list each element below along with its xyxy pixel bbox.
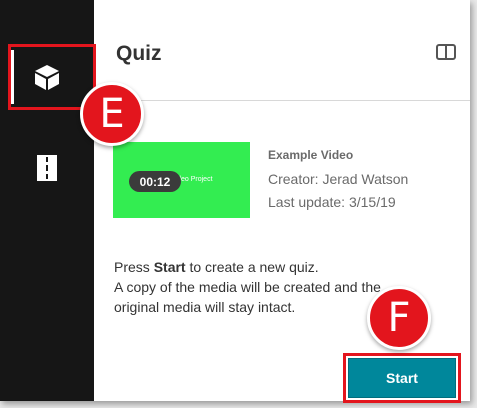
sidebar-toggle-icon[interactable] [436, 44, 456, 60]
media-meta: Example Video Creator: Jerad Watson Last… [268, 148, 408, 217]
instruction-line-2: A copy of the media will be created and … [114, 279, 381, 295]
book-icon [37, 155, 57, 181]
panel-header: Quiz [94, 0, 470, 101]
page-title: Quiz [116, 42, 162, 65]
media-last-update: Last update: 3/15/19 [268, 194, 396, 210]
media-title: Example Video [268, 148, 354, 162]
media-creator: Creator: Jerad Watson [268, 171, 409, 187]
video-thumbnail: Video Project 00:12 [113, 142, 250, 218]
callout-badge-f: F [367, 286, 431, 350]
instruction-line-1: Press Start to create a new quiz. [114, 259, 319, 275]
callout-highlight-f [343, 353, 461, 403]
sidebar-item-chapters[interactable] [0, 148, 94, 188]
duration-badge: 00:12 [129, 171, 181, 192]
callout-badge-e: E [80, 82, 144, 146]
